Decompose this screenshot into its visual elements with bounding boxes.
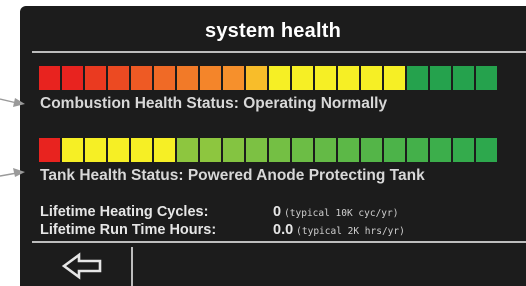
tank-bar-segment bbox=[223, 138, 244, 162]
tank-bar-segment bbox=[177, 138, 198, 162]
combustion-bar-segment bbox=[39, 66, 60, 90]
tank-bar-segment bbox=[131, 138, 152, 162]
tank-bar-segment bbox=[85, 138, 106, 162]
combustion-bar-segment bbox=[292, 66, 313, 90]
combustion-bar-segment bbox=[453, 66, 474, 90]
combustion-bar-segment bbox=[85, 66, 106, 90]
run-time-hours-number: 0.0 bbox=[273, 222, 294, 238]
tank-bar-segment bbox=[200, 138, 221, 162]
pointer-arrow-icon bbox=[0, 168, 25, 177]
tank-bar-segment bbox=[384, 138, 405, 162]
combustion-bar-segment bbox=[108, 66, 129, 90]
heating-cycles-value: 0 (typical 10K cyc/yr) bbox=[273, 204, 398, 220]
combustion-bar-segment bbox=[62, 66, 83, 90]
system-health-screen: system health Combustion Health Status: … bbox=[20, 6, 526, 286]
back-arrow-icon bbox=[61, 252, 102, 280]
tank-status-text: Tank Health Status: Powered Anode Protec… bbox=[40, 167, 425, 184]
combustion-bar-segment bbox=[476, 66, 497, 90]
run-time-hours-note: (typical 2K hrs/yr) bbox=[296, 226, 405, 237]
combustion-bar-segment bbox=[407, 66, 428, 90]
tank-bar-segment bbox=[269, 138, 290, 162]
combustion-status-text: Combustion Health Status: Operating Norm… bbox=[40, 95, 388, 112]
combustion-bar-segment bbox=[269, 66, 290, 90]
button-divider bbox=[131, 247, 133, 286]
combustion-bar-segment bbox=[131, 66, 152, 90]
combustion-bar-segment bbox=[200, 66, 221, 90]
title-divider bbox=[32, 51, 526, 53]
run-time-hours-value: 0.0 (typical 2K hrs/yr) bbox=[273, 222, 405, 238]
tank-bar-segment bbox=[361, 138, 382, 162]
tank-bar-segment bbox=[338, 138, 359, 162]
tank-bar-segment bbox=[315, 138, 336, 162]
page-title: system health bbox=[205, 20, 341, 42]
tank-bar-segment bbox=[39, 138, 60, 162]
pointer-arrow-icon bbox=[0, 98, 25, 107]
tank-bar-segment bbox=[407, 138, 428, 162]
combustion-bar-segment bbox=[223, 66, 244, 90]
combustion-bar-segment bbox=[315, 66, 336, 90]
back-button[interactable] bbox=[60, 250, 110, 282]
combustion-bar-segment bbox=[384, 66, 405, 90]
tank-bar-segment bbox=[108, 138, 129, 162]
tank-bar-segment bbox=[476, 138, 497, 162]
tank-bar-segment bbox=[62, 138, 83, 162]
heating-cycles-number: 0 bbox=[273, 204, 282, 220]
tank-bar-segment bbox=[246, 138, 267, 162]
combustion-bar-segment bbox=[177, 66, 198, 90]
heating-cycles-label: Lifetime Heating Cycles: bbox=[40, 204, 209, 220]
combustion-bar-segment bbox=[154, 66, 175, 90]
run-time-hours-label: Lifetime Run Time Hours: bbox=[40, 222, 217, 238]
tank-health-bar bbox=[39, 138, 499, 162]
combustion-bar-segment bbox=[361, 66, 382, 90]
tank-bar-segment bbox=[430, 138, 451, 162]
tank-bar-segment bbox=[292, 138, 313, 162]
combustion-health-bar bbox=[39, 66, 499, 90]
heating-cycles-note: (typical 10K cyc/yr) bbox=[284, 208, 399, 219]
combustion-bar-segment bbox=[338, 66, 359, 90]
tank-bar-segment bbox=[453, 138, 474, 162]
combustion-bar-segment bbox=[246, 66, 267, 90]
footer-divider bbox=[32, 241, 526, 243]
combustion-bar-segment bbox=[430, 66, 451, 90]
tank-bar-segment bbox=[154, 138, 175, 162]
